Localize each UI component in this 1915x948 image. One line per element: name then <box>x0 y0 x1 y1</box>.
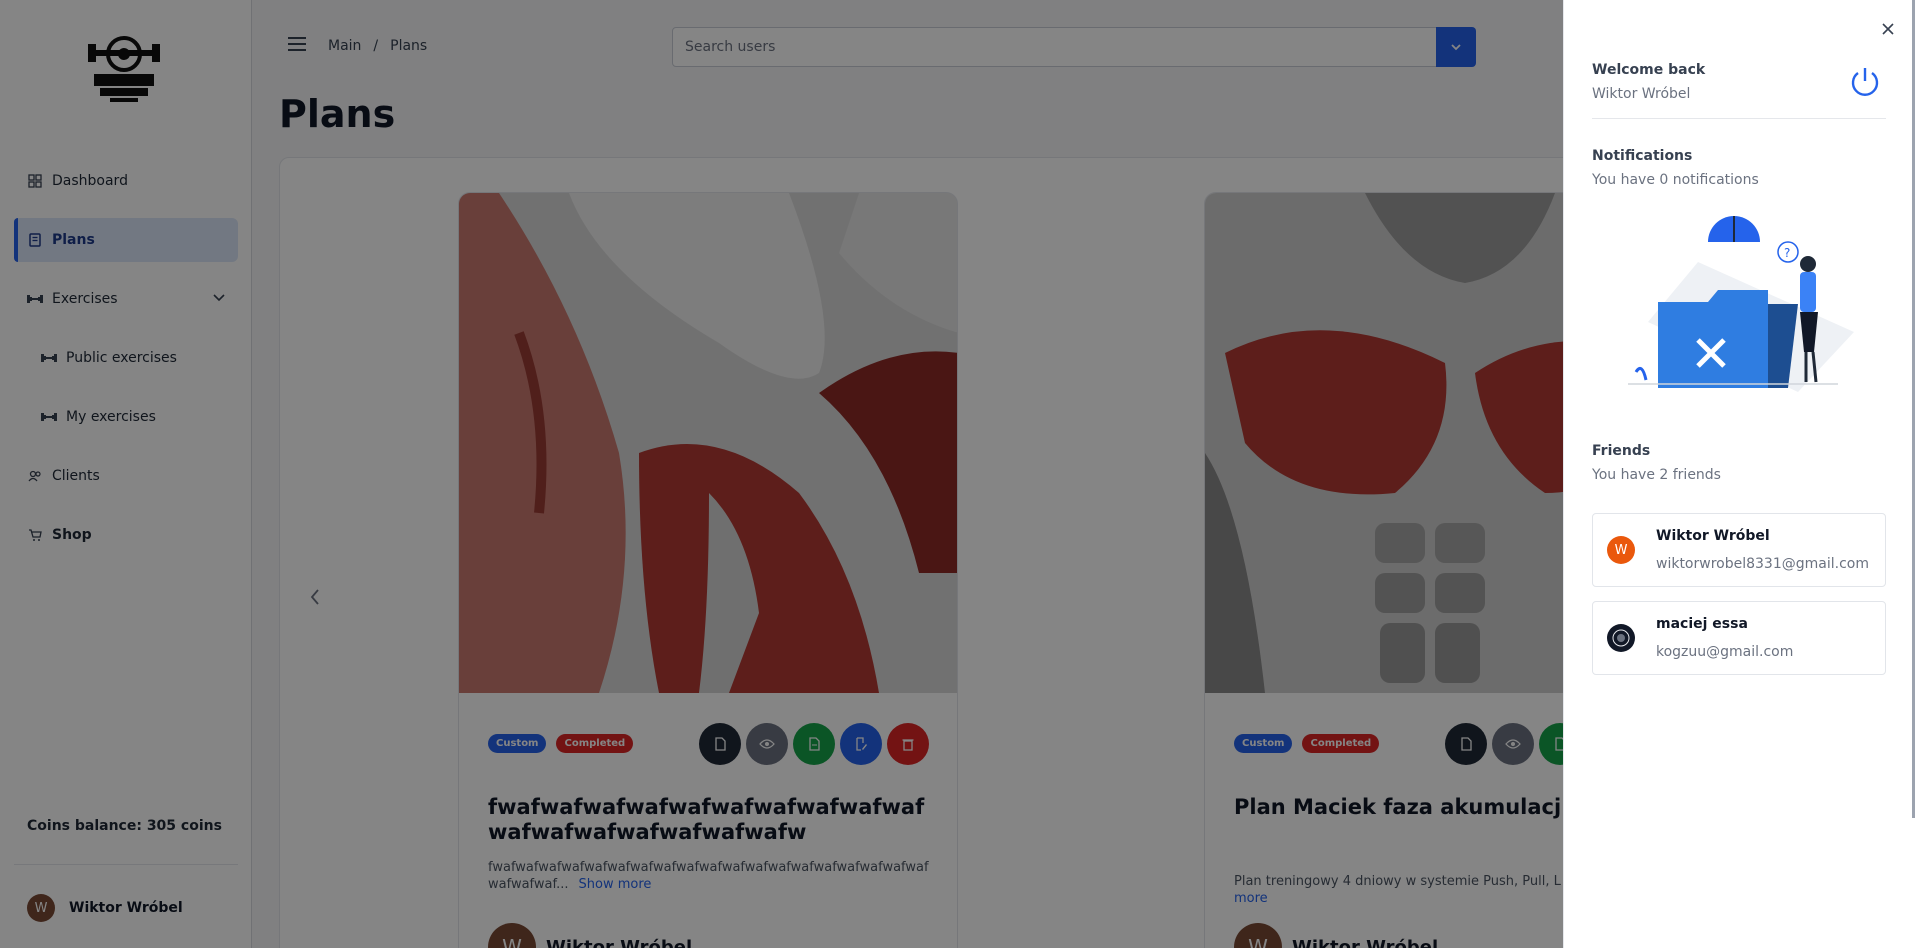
friend-email: wiktorwrobel8331@gmail.com <box>1656 556 1869 572</box>
divider <box>1592 118 1886 119</box>
avatar <box>1607 624 1635 652</box>
notifications-label: Notifications <box>1592 148 1693 164</box>
friends-count: You have 2 friends <box>1592 467 1721 483</box>
svg-text:?: ? <box>1784 246 1790 260</box>
user-drawer: Welcome back Wiktor Wróbel Notifications… <box>1563 0 1915 948</box>
avatar-image-icon <box>1612 629 1630 647</box>
avatar: W <box>1607 536 1635 564</box>
welcome-name: Wiktor Wróbel <box>1592 86 1691 102</box>
friend-card[interactable]: maciej essa kogzuu@gmail.com <box>1592 601 1886 675</box>
friends-label: Friends <box>1592 443 1651 459</box>
friend-email: kogzuu@gmail.com <box>1656 644 1794 660</box>
friend-name: Wiktor Wróbel <box>1656 528 1770 544</box>
friend-card[interactable]: W Wiktor Wróbel wiktorwrobel8331@gmail.c… <box>1592 513 1886 587</box>
friend-name: maciej essa <box>1656 616 1748 632</box>
modal-backdrop[interactable] <box>0 0 1563 948</box>
close-icon[interactable] <box>1881 22 1895 36</box>
notifications-count: You have 0 notifications <box>1592 172 1759 188</box>
power-icon[interactable] <box>1848 64 1882 98</box>
empty-folder-illustration: ? <box>1628 216 1854 392</box>
welcome-label: Welcome back <box>1592 62 1706 78</box>
